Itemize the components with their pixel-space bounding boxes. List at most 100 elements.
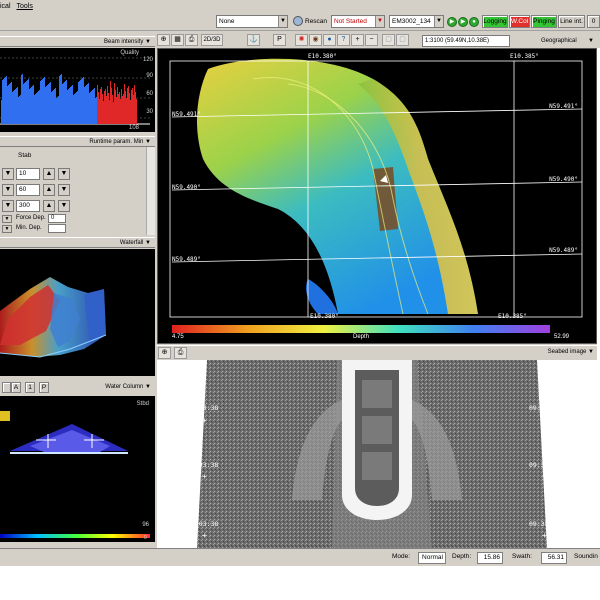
svg-text:+: + bbox=[542, 416, 547, 425]
ship-icon[interactable]: ⚓ bbox=[247, 34, 260, 46]
runtime-scrollbar[interactable] bbox=[146, 147, 155, 235]
force-dep-field[interactable]: 0 bbox=[48, 214, 66, 223]
lat-label: N59.491° bbox=[549, 103, 578, 110]
beam-bar bbox=[86, 85, 87, 124]
beam-bar bbox=[6, 76, 7, 124]
wc-mode-button[interactable] bbox=[2, 382, 11, 393]
line-interrupt-button[interactable]: Line int. bbox=[558, 15, 585, 28]
menu-item-graphical[interactable]: ical bbox=[0, 3, 11, 10]
beam-bar bbox=[60, 75, 61, 124]
logging-button[interactable]: Logging bbox=[482, 15, 508, 28]
survey-status-select[interactable]: Not Started ▼ bbox=[331, 15, 385, 28]
survey-select[interactable]: None ▼ bbox=[216, 15, 288, 28]
grid-icon[interactable]: ▦ bbox=[171, 34, 184, 46]
force-dep-label: Force Dep. bbox=[16, 215, 46, 221]
decrement-button[interactable]: ▼ bbox=[2, 225, 12, 233]
zoom-in-icon[interactable]: ⊕ bbox=[157, 34, 170, 46]
min-dep-field[interactable] bbox=[48, 224, 66, 233]
decrement-button[interactable]: ▼ bbox=[58, 200, 70, 212]
beam-bar bbox=[89, 93, 90, 124]
beam-bar bbox=[9, 84, 10, 124]
beam-bar bbox=[123, 94, 124, 124]
p-button[interactable]: P bbox=[273, 34, 286, 46]
beam-bar bbox=[58, 96, 59, 124]
water-column-log-button[interactable]: W.Col bbox=[509, 15, 530, 28]
beam-bar bbox=[97, 85, 98, 124]
wc-button-1[interactable]: 1 bbox=[25, 382, 35, 393]
view-mode-select[interactable]: Geographical ▼ bbox=[538, 35, 596, 48]
beam-bar bbox=[105, 89, 106, 124]
print-icon[interactable]: ⎙ bbox=[185, 34, 198, 46]
increment-button[interactable]: ▲ bbox=[43, 200, 55, 212]
chevron-down-icon[interactable]: ▼ bbox=[145, 39, 151, 45]
geographical-map-view[interactable]: E10.380° E10.385° N59.491° N59.490° N59.… bbox=[157, 48, 597, 344]
view-toolbar: ⊕ ▦ ⎙ 2D/3D ⚓ P ✺ ◉ ● ? + bbox=[157, 33, 364, 48]
wc-button-a[interactable]: A bbox=[11, 382, 21, 393]
waterfall-header[interactable]: Waterfall ▼ bbox=[0, 237, 155, 248]
wc-button-p[interactable]: P bbox=[39, 382, 49, 393]
menu-item-tools[interactable]: Tools bbox=[17, 3, 33, 10]
stab-label: Stab bbox=[18, 152, 32, 159]
beam-bar bbox=[5, 77, 6, 124]
chevron-down-icon[interactable]: ▼ bbox=[375, 16, 384, 27]
decrement-button[interactable]: ▼ bbox=[2, 184, 14, 196]
chevron-down-icon[interactable]: ▼ bbox=[145, 384, 151, 390]
beam-bar bbox=[110, 81, 111, 124]
param-field[interactable]: 300 bbox=[16, 200, 40, 212]
beam-bar bbox=[93, 89, 94, 124]
view-2d3d-button[interactable]: 2D/3D bbox=[201, 34, 223, 46]
zoom-out-icon[interactable]: − bbox=[365, 34, 378, 46]
zoom-in-icon[interactable]: ⊕ bbox=[158, 347, 171, 359]
seabed-image-view[interactable]: + + + + + + 13:03:38 13:03:38 13:03:38 0… bbox=[157, 360, 597, 548]
chevron-down-icon[interactable]: ▼ bbox=[278, 16, 287, 27]
beam-bar bbox=[31, 87, 32, 124]
beam-bar bbox=[34, 95, 35, 124]
increment-button[interactable]: ▲ bbox=[43, 168, 55, 180]
rescan-icon[interactable] bbox=[293, 16, 303, 26]
chevron-down-icon[interactable]: ▼ bbox=[588, 349, 594, 355]
beam-bar bbox=[21, 75, 22, 124]
beam-intensity-header[interactable]: Beam intensity ▼ bbox=[0, 36, 155, 47]
print-icon[interactable]: ⎙ bbox=[174, 347, 187, 359]
terrain-icon[interactable]: ◉ bbox=[309, 34, 322, 46]
beam-bar bbox=[51, 92, 52, 124]
overflow-button[interactable]: 0 bbox=[587, 15, 600, 28]
pinging-button[interactable]: Pinging bbox=[531, 15, 557, 28]
water-column-title-wrap[interactable]: Water Column ▼ bbox=[105, 384, 151, 390]
seabed-title-wrap[interactable]: Seabed image ▼ bbox=[548, 349, 594, 355]
decrement-button[interactable]: ▼ bbox=[2, 215, 12, 223]
help-icon[interactable]: ? bbox=[337, 34, 350, 46]
increment-button[interactable]: ▲ bbox=[43, 184, 55, 196]
record-icon[interactable]: ● bbox=[469, 17, 479, 27]
chevron-down-icon[interactable]: ▼ bbox=[145, 240, 151, 246]
beam-bar bbox=[64, 82, 65, 124]
chevron-down-icon[interactable]: ▼ bbox=[434, 16, 443, 27]
play-icon[interactable]: ▶ bbox=[447, 17, 457, 27]
beam-bar bbox=[101, 87, 102, 124]
beam-bar bbox=[121, 89, 122, 124]
play-icon[interactable]: ▶ bbox=[458, 17, 468, 27]
beam-bar bbox=[90, 92, 91, 124]
chevron-down-icon[interactable]: ▼ bbox=[145, 139, 151, 145]
rescan-button[interactable]: Rescan bbox=[305, 18, 327, 25]
param-field[interactable]: 10 bbox=[16, 168, 40, 180]
param-field[interactable]: 60 bbox=[16, 184, 40, 196]
chevron-down-icon[interactable]: ▼ bbox=[588, 36, 594, 47]
sonar-select[interactable]: EM3002_134 ▼ bbox=[389, 15, 444, 28]
sun-icon[interactable]: ✺ bbox=[295, 34, 308, 46]
globe-icon[interactable]: ● bbox=[323, 34, 336, 46]
decrement-button[interactable]: ▼ bbox=[2, 168, 14, 180]
runtime-params-panel: Stab ▼ 10 ▲ ▼ ▼ 60 ▲ ▼ ▼ 300 ▲ ▼ ▼ Force… bbox=[0, 147, 155, 235]
wc-bottom-label: 0 bbox=[144, 535, 147, 541]
beam-bar bbox=[45, 87, 46, 124]
beam-bar bbox=[126, 98, 127, 124]
depth-max-label: 52.99 bbox=[554, 334, 570, 340]
decrement-button[interactable]: ▼ bbox=[2, 200, 14, 212]
runtime-params-header[interactable]: Runtime param. Min ▼ bbox=[0, 136, 155, 147]
decrement-button[interactable]: ▼ bbox=[58, 184, 70, 196]
beam-bar bbox=[118, 94, 119, 124]
decrement-button[interactable]: ▼ bbox=[58, 168, 70, 180]
beam-bar bbox=[12, 92, 13, 124]
zoom-in-icon[interactable]: + bbox=[351, 34, 364, 46]
waterfall-title: Waterfall bbox=[119, 240, 144, 246]
